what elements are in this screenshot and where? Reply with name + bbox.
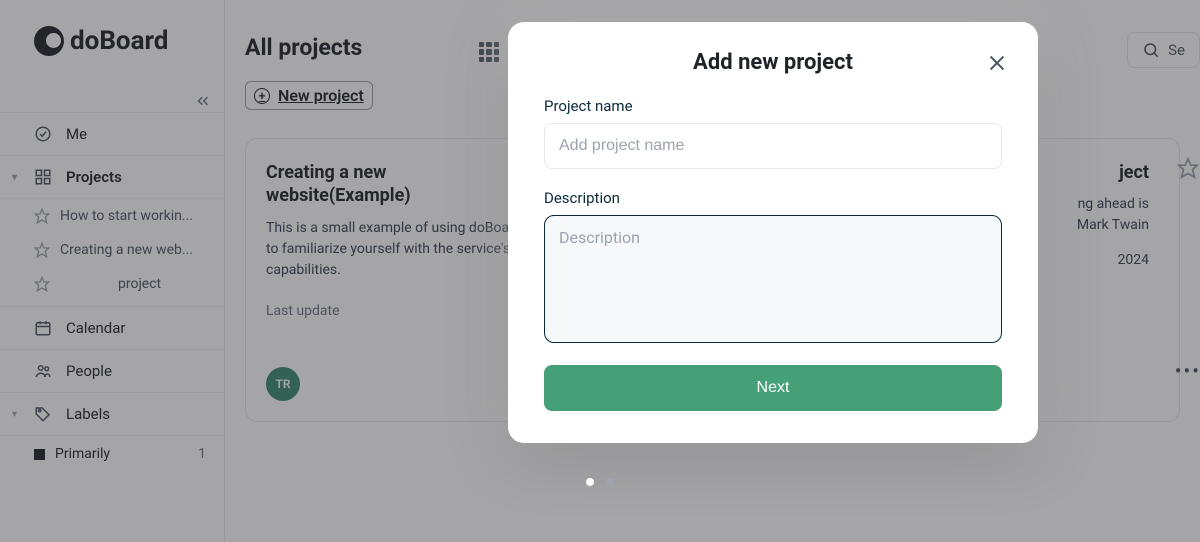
project-name-input[interactable] (544, 123, 1002, 169)
project-name-label: Project name (544, 97, 1002, 115)
modal-title: Add new project (544, 50, 1002, 75)
next-button[interactable]: Next (544, 365, 1002, 411)
description-textarea[interactable] (544, 215, 1002, 343)
dot-active[interactable] (586, 478, 594, 486)
dot[interactable] (606, 478, 614, 486)
add-project-modal: Add new project Project name Description… (508, 22, 1038, 443)
description-label: Description (544, 189, 1002, 207)
close-icon[interactable] (986, 52, 1008, 74)
pagination-dots (586, 478, 614, 486)
